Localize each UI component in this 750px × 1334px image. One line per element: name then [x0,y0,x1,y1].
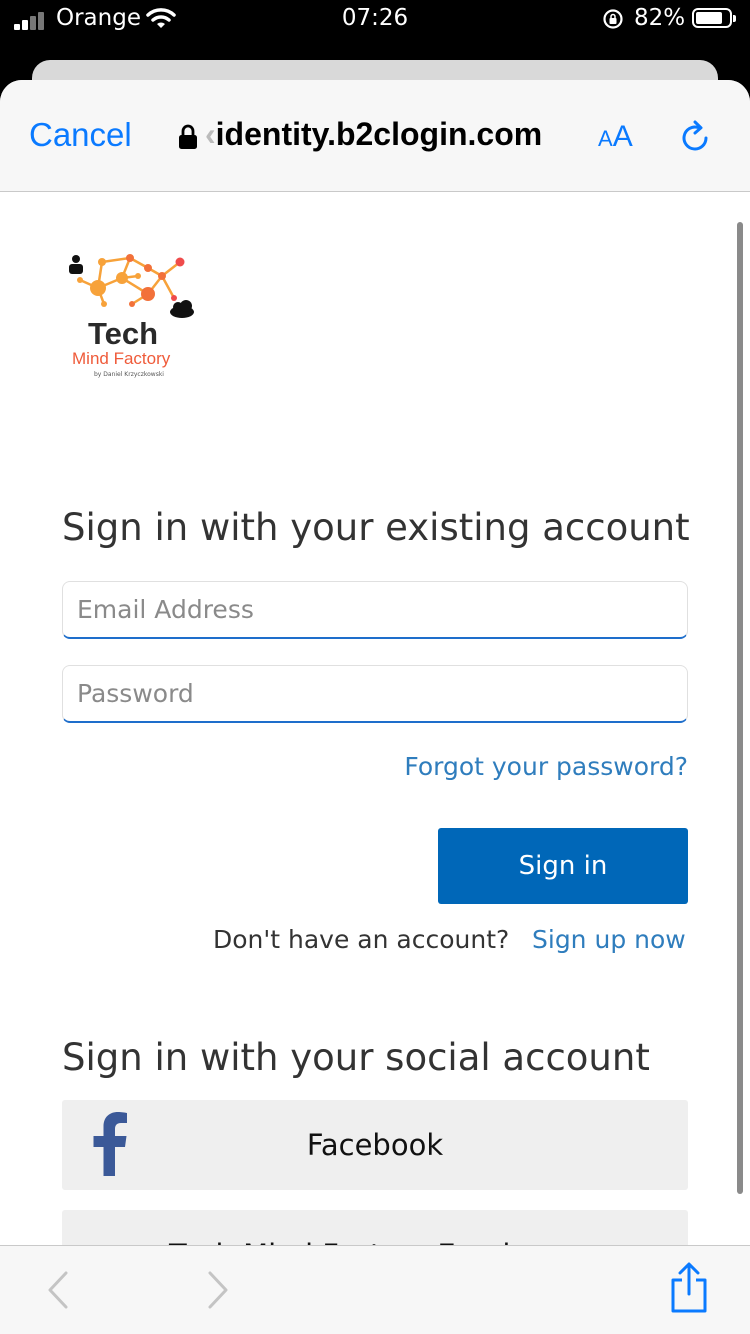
sign-up-link[interactable]: Sign up now [532,925,686,954]
social-signin-heading: Sign in with your social account [62,1036,650,1079]
text-size-button[interactable]: AA [598,120,633,154]
logo-subtitle: Mind Factory [72,349,171,368]
web-auth-sheet: Cancel ‹identity.b2clogin.com AA Tech Mi… [0,80,750,1334]
browser-toolbar [0,1245,750,1334]
email-field[interactable] [63,582,687,637]
company-logo: Tech Mind Factory by Daniel Krzyczkowski [62,252,202,382]
scrollbar[interactable] [737,222,743,1194]
cancel-button[interactable]: Cancel [29,116,132,154]
facebook-button-label: Facebook [306,1128,444,1162]
forgot-password-link[interactable]: Forgot your password? [404,752,688,781]
browser-nav-bar: Cancel ‹identity.b2clogin.com AA [0,80,750,192]
password-field[interactable] [63,666,687,721]
email-field-container [62,581,688,639]
status-bar: Orange 07:26 82% [0,0,750,58]
share-icon[interactable] [668,1262,710,1314]
url-field[interactable]: ‹identity.b2clogin.com [205,116,542,153]
logo-byline: by Daniel Krzyczkowski [94,371,164,378]
back-arrow-icon[interactable] [44,1270,72,1310]
local-signin-heading: Sign in with your existing account [62,506,690,549]
facebook-signin-button[interactable]: Facebook [62,1100,688,1190]
reload-icon[interactable] [678,120,714,156]
lock-icon [179,124,197,149]
facebook-icon [93,1112,127,1176]
page-content: Tech Mind Factory by Daniel Krzyczkowski… [0,192,750,1300]
rotation-lock-icon [603,9,623,29]
network-logo-icon [69,254,194,318]
no-account-text: Don't have an account? [213,925,510,954]
battery-percent: 82% [634,5,686,31]
password-field-container [62,665,688,723]
battery-icon [692,8,736,28]
forward-arrow-icon[interactable] [204,1270,232,1310]
sign-in-button[interactable]: Sign in [438,828,688,904]
logo-wordmark: Tech [88,316,159,351]
